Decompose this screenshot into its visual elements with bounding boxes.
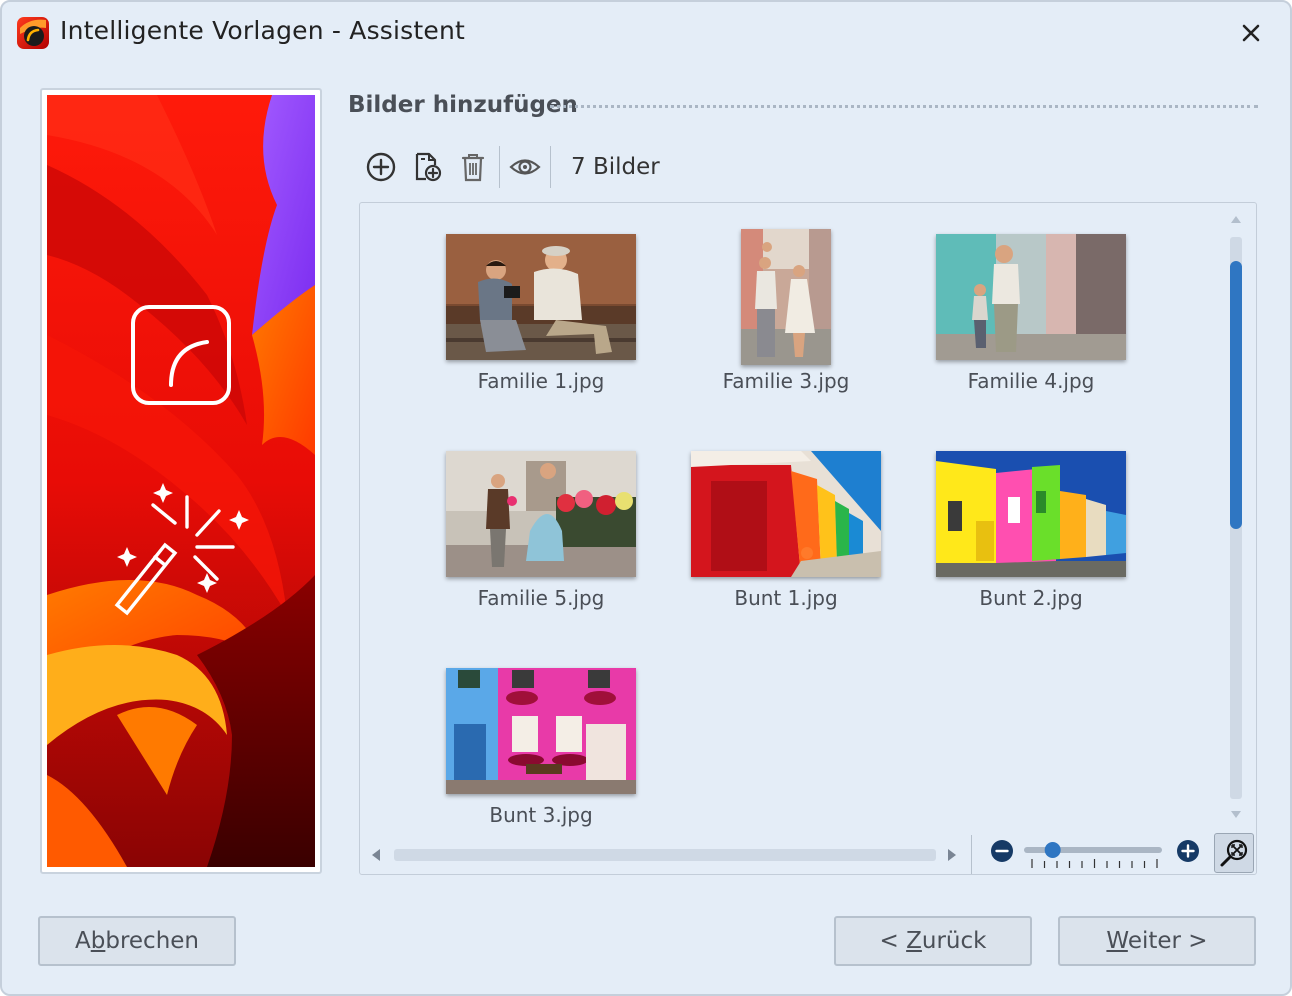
eye-icon: [509, 159, 541, 175]
close-button[interactable]: [1234, 16, 1268, 50]
wizard-window: Intelligente Vorlagen - Assistent Bilder…: [0, 0, 1292, 996]
zoom-out-icon[interactable]: [990, 839, 1014, 863]
zoom-fit-button[interactable]: [1214, 833, 1254, 873]
scroll-left-icon[interactable]: [370, 848, 382, 862]
close-icon: [1242, 24, 1260, 42]
cancel-label: Abbrechen: [75, 928, 199, 954]
scroll-up-icon[interactable]: [1230, 213, 1242, 225]
vertical-scrollbar[interactable]: [1228, 213, 1242, 825]
toolbar-separator: [499, 146, 500, 188]
gallery-item[interactable]: Familie 1.jpg: [446, 227, 636, 417]
gallery-item[interactable]: Bunt 3.jpg: [446, 661, 636, 851]
add-file-button[interactable]: [408, 148, 446, 186]
image-thumbnail: [741, 229, 831, 365]
section-divider: [550, 105, 1258, 108]
window-title: Intelligente Vorlagen - Assistent: [60, 16, 466, 45]
next-label: Weiter >: [1106, 928, 1208, 954]
zoom-separator: [971, 835, 972, 874]
gallery-item[interactable]: Familie 5.jpg: [446, 444, 636, 634]
cancel-button[interactable]: Abbrechen: [38, 916, 236, 966]
image-toolbar: 7 Bilder: [362, 144, 762, 190]
image-thumbnail: [691, 451, 881, 577]
image-thumbnail: [446, 668, 636, 794]
zoom-fit-icon: [1220, 839, 1248, 867]
back-button[interactable]: < Zurück: [834, 916, 1032, 966]
image-thumbnail: [446, 451, 636, 577]
back-label: < Zurück: [879, 928, 987, 954]
zoom-slider[interactable]: [1022, 837, 1166, 873]
delete-button[interactable]: [454, 148, 492, 186]
image-thumbnail: [446, 234, 636, 360]
image-thumbnail: [936, 451, 1126, 577]
toolbar-separator: [550, 146, 551, 188]
image-filename: Bunt 3.jpg: [489, 803, 593, 827]
image-filename: Familie 5.jpg: [477, 586, 605, 610]
gallery-item[interactable]: Familie 3.jpg: [691, 227, 881, 417]
title-bar: Intelligente Vorlagen - Assistent: [2, 2, 1290, 64]
next-button[interactable]: Weiter >: [1058, 916, 1256, 966]
scroll-down-icon[interactable]: [1230, 809, 1242, 821]
scroll-track[interactable]: [394, 849, 936, 861]
side-illustration-frame: [40, 88, 322, 874]
image-filename: Familie 3.jpg: [722, 369, 850, 393]
image-filename: Bunt 2.jpg: [979, 586, 1083, 610]
image-thumbnail: [936, 234, 1126, 360]
app-logo-icon: [17, 17, 49, 49]
add-file-icon: [415, 152, 442, 182]
scroll-right-icon[interactable]: [946, 848, 958, 862]
gallery-item[interactable]: Familie 4.jpg: [936, 227, 1126, 417]
image-filename: Familie 4.jpg: [967, 369, 1095, 393]
image-filename: Familie 1.jpg: [477, 369, 605, 393]
image-filename: Bunt 1.jpg: [734, 586, 838, 610]
scroll-thumb[interactable]: [1230, 261, 1242, 529]
trash-icon: [461, 154, 485, 182]
zoom-in-icon[interactable]: [1176, 839, 1200, 863]
add-image-button[interactable]: [362, 148, 400, 186]
wizard-illustration: [47, 95, 315, 867]
gallery-item[interactable]: Bunt 1.jpg: [691, 444, 881, 634]
horizontal-scrollbar[interactable]: [368, 843, 968, 865]
zoom-control: [982, 833, 1254, 873]
image-gallery: Familie 1.jpg Familie 3.jpg Familie 4.jp…: [359, 202, 1257, 875]
zoom-slider-knob[interactable]: [1044, 842, 1061, 858]
section-title: Bilder hinzufügen: [348, 92, 578, 118]
gallery-item[interactable]: Bunt 2.jpg: [936, 444, 1126, 634]
image-count: 7 Bilder: [571, 154, 660, 180]
preview-button[interactable]: [506, 148, 544, 186]
add-icon: [366, 152, 396, 182]
